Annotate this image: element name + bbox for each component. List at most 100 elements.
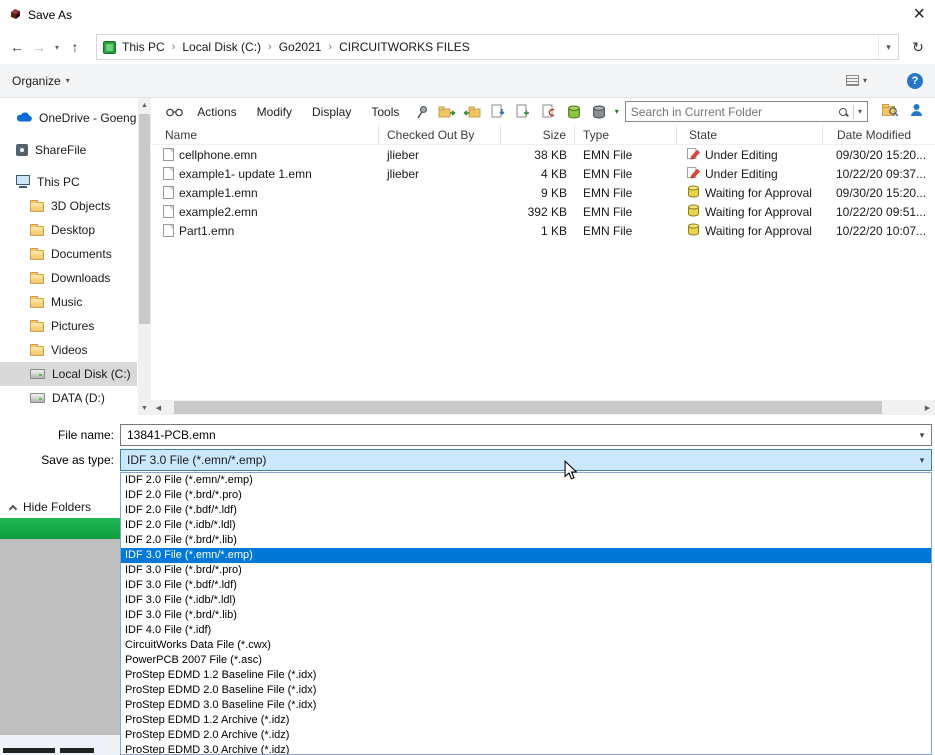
file-checked-out-by: jlieber <box>387 166 420 181</box>
sidebar-item-data-d[interactable]: DATA (D:) <box>0 386 137 410</box>
back-button[interactable] <box>8 39 26 55</box>
sidebar-item-documents[interactable]: Documents <box>0 242 137 266</box>
scrollbar-thumb[interactable] <box>139 114 150 324</box>
titlebar: Save As <box>0 0 935 30</box>
pin-icon[interactable] <box>412 103 431 121</box>
file-row[interactable]: example2.emn 392 KB EMN File Waiting for… <box>151 202 935 221</box>
filetype-option[interactable]: IDF 3.0 File (*.brd/*.pro) <box>121 563 931 578</box>
file-row[interactable]: example1.emn 9 KB EMN File Waiting for A… <box>151 183 935 202</box>
breadcrumb-go2021[interactable]: Go2021 <box>273 35 328 59</box>
chevron-down-icon[interactable] <box>913 455 931 466</box>
filetype-option[interactable]: IDF 3.0 File (*.idb/*.ldl) <box>121 593 931 608</box>
scroll-right-icon[interactable] <box>920 400 935 415</box>
chevron-down-icon[interactable] <box>913 430 931 441</box>
file-size: 4 KB <box>540 166 567 181</box>
search-box[interactable] <box>624 101 868 122</box>
file-row[interactable]: Part1.emn 1 KB EMN File Waiting for Appr… <box>151 221 935 240</box>
background-app-panel <box>0 539 120 735</box>
help-icon[interactable] <box>907 72 923 89</box>
hide-folders-button[interactable]: Hide Folders <box>8 500 91 514</box>
scrollbar-thumb[interactable] <box>173 401 883 414</box>
sidebar-item-sharefile[interactable]: ShareFile <box>0 138 137 162</box>
organize-button[interactable]: Organize <box>12 74 70 88</box>
add-file-icon[interactable] <box>514 103 533 121</box>
breadcrumb-local-disk-c[interactable]: Local Disk (C:) <box>176 35 267 59</box>
filetype-option[interactable]: IDF 4.0 File (*.idf) <box>121 623 931 638</box>
forward-button[interactable] <box>30 39 48 55</box>
separator <box>852 104 854 119</box>
scroll-up-icon[interactable] <box>138 98 151 112</box>
checkin-icon[interactable] <box>463 103 482 121</box>
filetype-option[interactable]: ProStep EDMD 1.2 Baseline File (*.idx) <box>121 668 931 683</box>
refresh-button[interactable] <box>909 39 927 56</box>
sidebar-item-desktop[interactable]: Desktop <box>0 218 137 242</box>
filetype-option[interactable]: ProStep EDMD 2.0 Baseline File (*.idx) <box>121 683 931 698</box>
user-icon[interactable] <box>910 103 923 120</box>
get-latest-icon[interactable] <box>488 103 507 121</box>
filetype-option[interactable]: IDF 3.0 File (*.brd/*.lib) <box>121 608 931 623</box>
column-header-type[interactable]: Type <box>575 125 677 144</box>
sidebar-item-music[interactable]: Music <box>0 290 137 314</box>
toolbar-chevron-icon[interactable] <box>615 107 619 116</box>
undo-checkout-icon[interactable] <box>539 103 558 121</box>
filetype-option[interactable]: IDF 3.0 File (*.bdf/*.ldf) <box>121 578 931 593</box>
search-folder-icon[interactable] <box>882 103 899 120</box>
file-name-input[interactable] <box>121 428 913 442</box>
sidebar-item-3d-objects[interactable]: 3D Objects <box>0 194 137 218</box>
filetype-option[interactable]: IDF 2.0 File (*.emn/*.emp) <box>121 473 931 488</box>
search-input[interactable] <box>625 104 839 119</box>
sidebar-item-this-pc[interactable]: This PC <box>0 170 137 194</box>
sidebar-item-pictures[interactable]: Pictures <box>0 314 137 338</box>
horizontal-scrollbar[interactable] <box>151 400 935 415</box>
search-icon[interactable] <box>838 107 847 116</box>
address-bar[interactable]: This PC Local Disk (C:) Go2021 CIRCUITWO… <box>96 34 899 60</box>
filetype-option[interactable]: PowerPCB 2007 File (*.asc) <box>121 653 931 668</box>
sidebar-item-label: 3D Objects <box>51 199 111 213</box>
vault-state-icon[interactable] <box>589 103 608 121</box>
sidebar-item-downloads[interactable]: Downloads <box>0 266 137 290</box>
filetype-option[interactable]: IDF 2.0 File (*.brd/*.lib) <box>121 533 931 548</box>
menu-display[interactable]: Display <box>305 105 358 119</box>
vault-icon[interactable] <box>564 103 583 121</box>
file-name-combobox[interactable] <box>120 424 932 446</box>
sidebar-item-local-disk-c[interactable]: Local Disk (C:) <box>0 362 137 386</box>
sidebar-item-videos[interactable]: Videos <box>0 338 137 362</box>
filetype-option[interactable]: ProStep EDMD 3.0 Baseline File (*.idx) <box>121 698 931 713</box>
close-icon[interactable] <box>913 4 925 25</box>
filetype-option[interactable]: CircuitWorks Data File (*.cwx) <box>121 638 931 653</box>
file-state: Under Editing <box>705 147 778 162</box>
search-options-chevron-icon[interactable] <box>856 107 867 116</box>
filetype-option[interactable]: IDF 2.0 File (*.idb/*.ldl) <box>121 518 931 533</box>
change-view-button[interactable] <box>845 75 867 86</box>
menu-tools[interactable]: Tools <box>364 105 406 119</box>
scrollbar-track[interactable] <box>166 400 920 415</box>
background-app-progress-bar <box>0 518 120 539</box>
filetype-option[interactable]: IDF 2.0 File (*.brd/*.pro) <box>121 488 931 503</box>
scroll-down-icon[interactable] <box>138 401 151 415</box>
filetype-option[interactable]: ProStep EDMD 2.0 Archive (*.idz) <box>121 728 931 743</box>
history-dropdown-icon[interactable] <box>52 43 62 52</box>
breadcrumb-this-pc[interactable]: This PC <box>116 35 171 59</box>
checkout-icon[interactable] <box>438 103 457 121</box>
sidebar-scrollbar[interactable] <box>138 98 151 415</box>
address-history-chevron-icon[interactable] <box>878 35 898 59</box>
column-header-date-modified[interactable]: Date Modified <box>823 125 935 144</box>
filetype-option[interactable]: IDF 2.0 File (*.bdf/*.ldf) <box>121 503 931 518</box>
save-as-type-select[interactable]: IDF 3.0 File (*.emn/*.emp) <box>120 449 932 471</box>
filetype-option-selected[interactable]: IDF 3.0 File (*.emn/*.emp) <box>121 548 931 563</box>
filetype-option[interactable]: ProStep EDMD 1.2 Archive (*.idz) <box>121 713 931 728</box>
menu-modify[interactable]: Modify <box>250 105 299 119</box>
column-header-state[interactable]: State <box>677 125 823 144</box>
column-header-name[interactable]: Name <box>151 125 379 144</box>
breadcrumb-circuitworks-files[interactable]: CIRCUITWORKS FILES <box>333 35 476 59</box>
column-header-checked-out-by[interactable]: Checked Out By <box>379 125 501 144</box>
menu-actions[interactable]: Actions <box>190 105 243 119</box>
scroll-left-icon[interactable] <box>151 400 166 415</box>
filetype-option[interactable]: ProStep EDMD 3.0 Archive (*.idz) <box>121 743 931 754</box>
preview-glasses-icon[interactable] <box>165 103 184 121</box>
file-row[interactable]: cellphone.emn jlieber 38 KB EMN File Und… <box>151 145 935 164</box>
file-row[interactable]: example1- update 1.emn jlieber 4 KB EMN … <box>151 164 935 183</box>
up-button[interactable] <box>66 39 84 55</box>
column-header-size[interactable]: Size <box>501 125 575 144</box>
sidebar-item-onedrive[interactable]: OneDrive - Goeng <box>0 106 137 130</box>
